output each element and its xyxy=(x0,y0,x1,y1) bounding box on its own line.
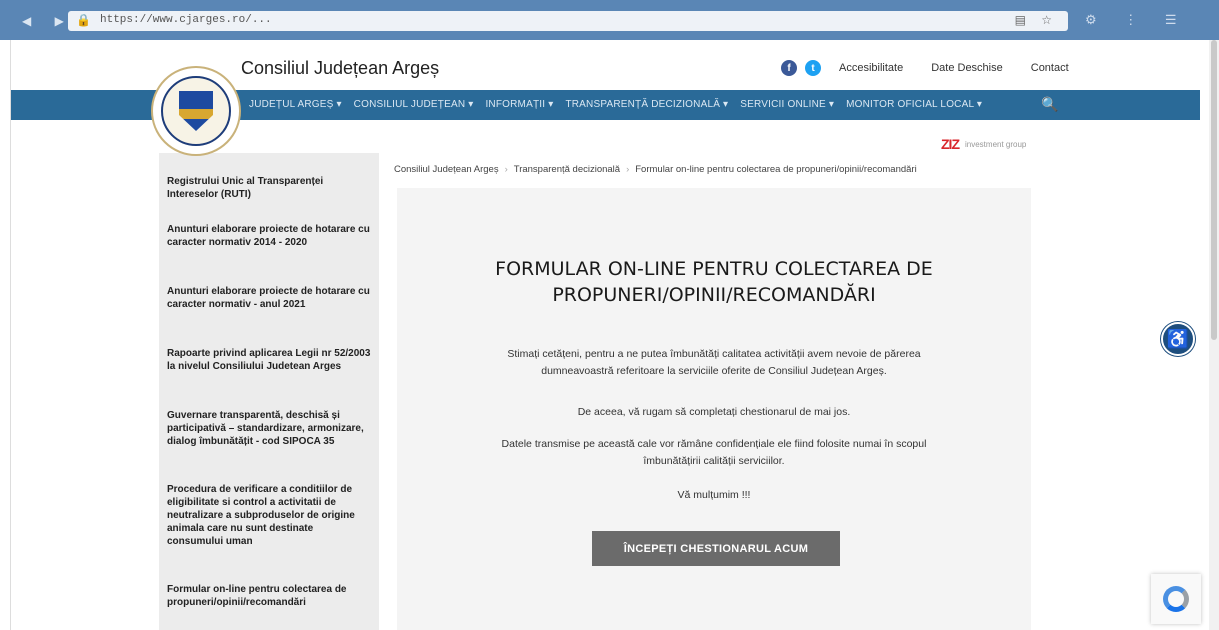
shield-emblem xyxy=(179,91,213,131)
sidebar-item-rapoarte[interactable]: Rapoarte privind aplicarea Legii nr 52/2… xyxy=(167,347,372,373)
sidebar-item-procedura[interactable]: Procedura de verificare a conditiilor de… xyxy=(167,483,372,548)
confidentiality-paragraph: Datele transmise pe această cale vor răm… xyxy=(501,438,927,467)
intro-paragraph: Stimați cetățeni, pentru a ne putea îmbu… xyxy=(507,348,921,377)
recaptcha-icon xyxy=(1163,586,1189,612)
facebook-icon[interactable]: f xyxy=(781,60,797,76)
browser-toolbar: ◀ ▶ ↻ 🔒 https://www.cjarges.ro/... ▤ ☆ ⚙… xyxy=(0,0,1219,40)
site-title[interactable]: Consiliul Județean Argeș xyxy=(241,58,439,79)
top-links: f t Accesibilitate Date Deschise Contact xyxy=(781,60,1079,76)
breadcrumb: Consiliul Județean Argeș › Transparență … xyxy=(394,164,917,175)
site-logo[interactable] xyxy=(151,66,241,156)
page-title: FORMULAR ON-LINE PENTRU COLECTAREA DE PR… xyxy=(495,258,933,306)
sidebar-item-guvernare[interactable]: Guvernare transparentă, deschisă și part… xyxy=(167,409,372,448)
breadcrumb-separator: › xyxy=(504,164,508,175)
reader-bookmark-icons[interactable]: ▤ ☆ xyxy=(1015,13,1058,27)
nav-item-servicii[interactable]: SERVICII ONLINE ▾ xyxy=(740,99,834,110)
lock-icon: 🔒 xyxy=(76,13,91,27)
accessibility-widget-icon[interactable]: ♿ xyxy=(1161,322,1195,356)
start-questionnaire-button[interactable]: ÎNCEPEȚI CHESTIONARUL ACUM xyxy=(592,531,840,566)
open-data-link[interactable]: Date Deschise xyxy=(931,62,1003,74)
extension-icons[interactable]: ⚙ ⋮ ☰ xyxy=(1085,12,1189,28)
contact-link[interactable]: Contact xyxy=(1031,62,1069,74)
sidebar-item-ruti[interactable]: Registrului Unic al Transparenței Intere… xyxy=(167,175,372,201)
partner-logo-text: investment group xyxy=(965,139,1027,149)
sidebar-item-anunturi-2014[interactable]: Anunturi elaborare proiecte de hotarare … xyxy=(167,223,372,249)
sidebar-item-formular[interactable]: Formular on-line pentru colectarea de pr… xyxy=(167,583,372,609)
breadcrumb-transparenta[interactable]: Transparență decizională xyxy=(514,164,620,175)
coat-of-arms-icon xyxy=(161,76,231,146)
breadcrumb-home[interactable]: Consiliul Județean Argeș xyxy=(394,164,499,175)
scrollbar-thumb[interactable] xyxy=(1211,40,1217,340)
nav-item-consiliul[interactable]: CONSILIUL JUDEȚEAN ▾ xyxy=(354,99,474,110)
nav-item-transparenta[interactable]: TRANSPARENȚĂ DECIZIONALĂ ▾ xyxy=(565,99,728,110)
search-icon[interactable]: 🔍 xyxy=(1041,96,1058,113)
nav-item-informatii[interactable]: INFORMAȚII ▾ xyxy=(485,99,553,110)
twitter-icon[interactable]: t xyxy=(805,60,821,76)
recaptcha-badge[interactable] xyxy=(1151,574,1201,624)
form-intro-panel: FORMULAR ON-LINE PENTRU COLECTAREA DE PR… xyxy=(397,188,1031,630)
page-scrollbar[interactable] xyxy=(1209,40,1219,630)
instruction-paragraph: De aceea, vă rugam să completați chestio… xyxy=(577,406,851,418)
nav-menu: JUDEȚUL ARGEȘ ▾ CONSILIUL JUDEȚEAN ▾ INF… xyxy=(249,99,982,110)
address-bar[interactable]: 🔒 https://www.cjarges.ro/... ▤ ☆ xyxy=(68,11,1068,31)
partner-logo[interactable]: ZIZ investment group xyxy=(941,136,1026,152)
sidebar-item-anunturi-2021[interactable]: Anunturi elaborare proiecte de hotarare … xyxy=(167,285,372,311)
nav-item-judetul[interactable]: JUDEȚUL ARGEȘ ▾ xyxy=(249,99,342,110)
nav-item-monitor[interactable]: MONITOR OFICIAL LOCAL ▾ xyxy=(846,99,982,110)
url-text[interactable]: https://www.cjarges.ro/... xyxy=(100,14,272,26)
sidebar: Registrului Unic al Transparenței Intere… xyxy=(159,153,379,630)
breadcrumb-current: Formular on-line pentru colectarea de pr… xyxy=(635,164,917,175)
accessibility-link[interactable]: Accesibilitate xyxy=(839,62,903,74)
thanks-text: Vă mulțumim !!! xyxy=(677,489,751,501)
web-page: Consiliul Județean Argeș f t Accesibilit… xyxy=(10,40,1209,630)
breadcrumb-separator: › xyxy=(626,164,630,175)
partner-logo-mark: ZIZ xyxy=(941,136,960,152)
